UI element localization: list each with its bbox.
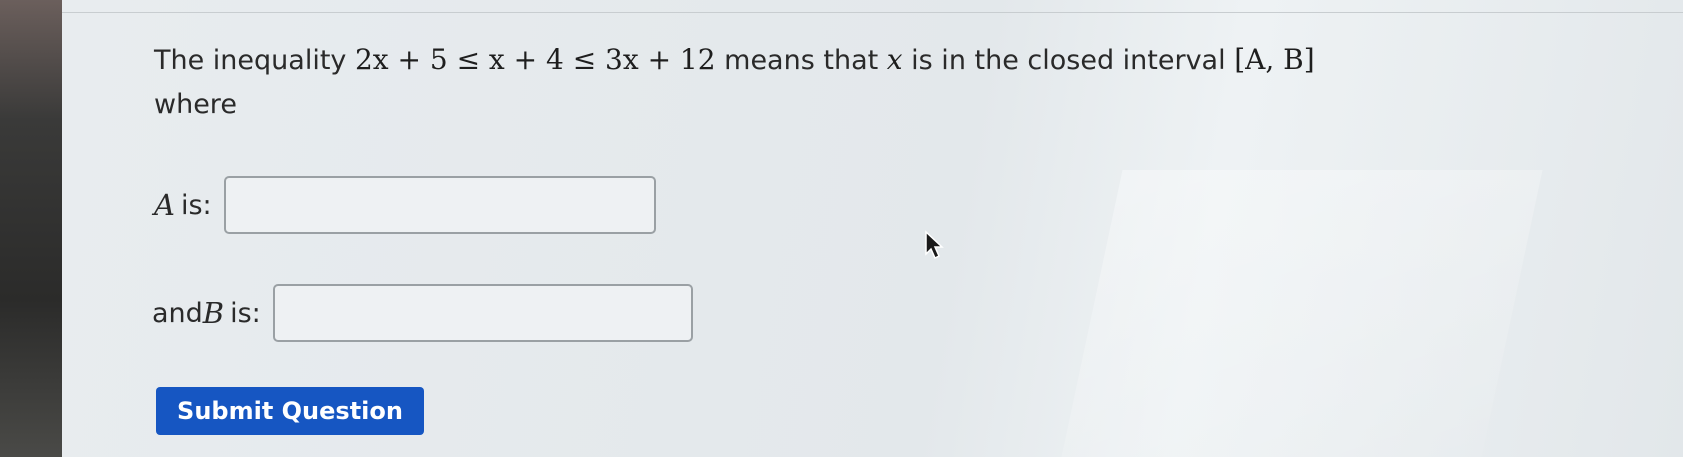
answer-b-row: and B is:: [152, 284, 693, 342]
answer-a-input[interactable]: [223, 176, 656, 234]
answer-b-input[interactable]: [272, 284, 693, 342]
question-middle: means that: [715, 45, 887, 76]
divider: [62, 12, 1683, 13]
question-suffix: is in the closed interval: [902, 45, 1235, 76]
answer-a-label: is:: [180, 189, 212, 221]
question-text: The inequality 2x + 5 ≤ x + 4 ≤ 3x + 12 …: [154, 38, 1554, 127]
question-panel: The inequality 2x + 5 ≤ x + 4 ≤ 3x + 12 …: [62, 0, 1683, 457]
monitor-bezel: [0, 0, 62, 457]
answer-b-label: is:: [230, 297, 261, 329]
variable-b: B: [202, 296, 225, 330]
answer-b-prefix: and: [152, 297, 203, 329]
mouse-pointer-icon: [925, 230, 944, 260]
screen: The inequality 2x + 5 ≤ x + 4 ≤ 3x + 12 …: [0, 0, 1683, 457]
question-where: where: [154, 89, 237, 120]
submit-question-button[interactable]: Submit Question: [156, 387, 424, 435]
variable-x: x: [886, 43, 903, 76]
interval-expression: [A, B]: [1234, 43, 1315, 76]
screen-glare: [1061, 170, 1543, 457]
answer-a-row: A is:: [154, 176, 656, 234]
variable-a: A: [154, 188, 175, 222]
question-prefix: The inequality: [154, 45, 355, 76]
inequality-expression: 2x + 5 ≤ x + 4 ≤ 3x + 12: [354, 43, 716, 76]
